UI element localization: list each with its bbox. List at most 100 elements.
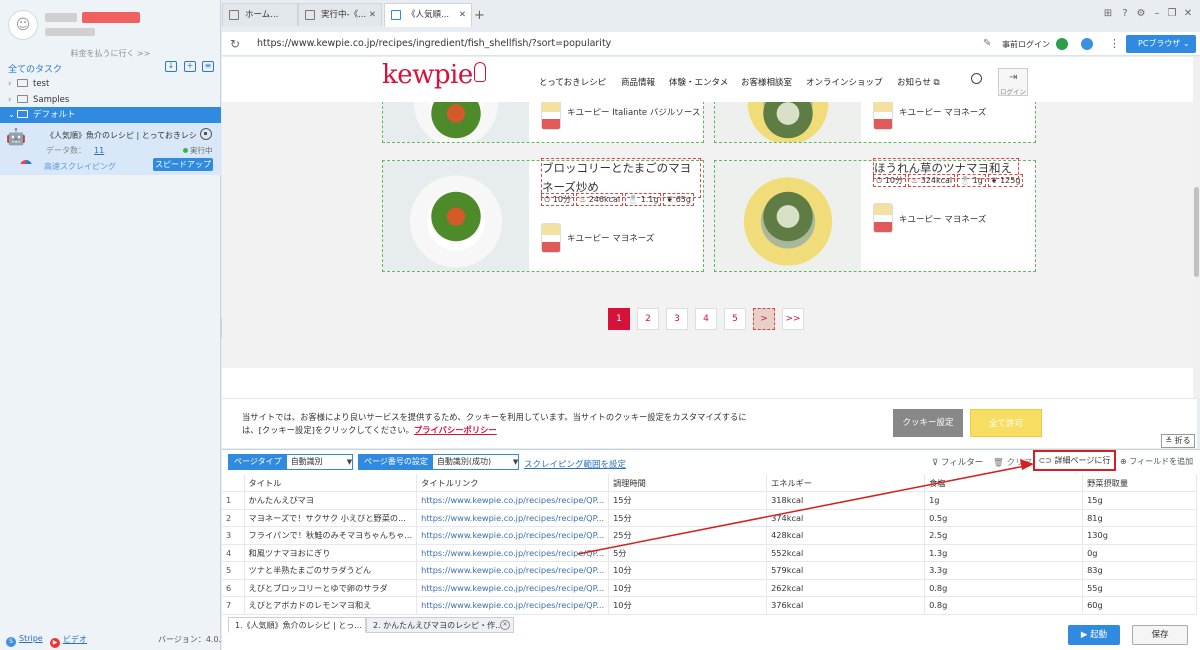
table-cell[interactable]: 0.8g bbox=[924, 596, 1084, 615]
tab-popular-recipes[interactable]: 《人気順... ✕ bbox=[384, 3, 472, 27]
restore-icon[interactable]: ❐ bbox=[1167, 9, 1177, 19]
page-3[interactable]: 3 bbox=[666, 308, 688, 330]
filter-button[interactable]: ⊽ フィルター bbox=[932, 456, 983, 468]
table-cell[interactable]: 10分 bbox=[608, 561, 768, 580]
table-cell[interactable]: 15g bbox=[1082, 491, 1197, 510]
recipe-image[interactable] bbox=[383, 161, 529, 271]
table-cell[interactable]: 25分 bbox=[608, 526, 768, 545]
table-cell[interactable]: 5分 bbox=[608, 544, 768, 562]
column-header[interactable]: タイトル bbox=[244, 474, 418, 492]
task-list-icon[interactable]: ≡ bbox=[202, 61, 214, 72]
close-tab-icon[interactable]: ✕ bbox=[459, 4, 466, 26]
page-type-select[interactable]: ページタイプ 自動識別 ▼ bbox=[228, 454, 354, 470]
table-cell[interactable]: 和風ツナマヨおにぎり bbox=[244, 544, 418, 562]
user-agent-icon[interactable] bbox=[1081, 38, 1093, 50]
search-icon[interactable] bbox=[971, 73, 982, 84]
recipe-card[interactable]: ほうれん草のツナマヨ和え ⏱ 10分 ♨ 324kcal 🧂 1g ❦ 125g キユ… bbox=[714, 158, 1036, 272]
table-cell[interactable]: 0g bbox=[1082, 544, 1197, 562]
table-cell[interactable]: 0.8g bbox=[924, 579, 1084, 597]
extension-icon[interactable] bbox=[1056, 38, 1068, 50]
column-header[interactable]: 野菜摂取量 bbox=[1082, 474, 1197, 492]
table-cell[interactable]: 15分 bbox=[608, 491, 768, 510]
tab-running[interactable]: 実行中-《... ✕ bbox=[298, 3, 382, 26]
table-cell[interactable]: 262kcal bbox=[766, 579, 926, 597]
nav-experience[interactable]: 体験・エンタメ bbox=[669, 76, 728, 88]
table-cell[interactable]: 55g bbox=[1082, 579, 1197, 597]
nav-online-shop[interactable]: オンラインショップ bbox=[806, 76, 883, 88]
table-cell[interactable]: 552kcal bbox=[766, 544, 926, 562]
minimize-icon[interactable]: – bbox=[1152, 9, 1162, 19]
new-tab-button[interactable]: + bbox=[474, 8, 485, 23]
table-cell[interactable]: https://www.kewpie.co.jp/recipes/recipe/… bbox=[416, 579, 610, 597]
close-tab-icon[interactable]: ✕ bbox=[369, 4, 376, 26]
table-cell[interactable]: マヨネーズで！サクサク 小えびと野菜の... bbox=[244, 509, 418, 527]
recipe-title[interactable]: ブロッコリーとたまごのマヨネーズ炒め bbox=[541, 158, 701, 198]
table-cell[interactable]: 3.3g bbox=[924, 561, 1084, 580]
settings-icon[interactable]: ⚙ bbox=[1136, 9, 1146, 19]
table-cell[interactable]: 318kcal bbox=[766, 491, 926, 510]
pre-login-button[interactable]: 事前ログイン bbox=[1002, 39, 1050, 50]
table-cell[interactable]: かんたんえびマヨ bbox=[244, 491, 418, 510]
table-row[interactable]: 5 ツナと半熟たまごのサラダうどん https://www.kewpie.co.jp… bbox=[222, 561, 1197, 580]
stripe-link[interactable]: S Stripe bbox=[6, 634, 43, 647]
bottom-tab-list[interactable]: 1.《人気順》魚介のレシピ | とっ... bbox=[228, 617, 366, 633]
data-count-link[interactable]: 11 bbox=[94, 146, 104, 155]
table-cell[interactable]: https://www.kewpie.co.jp/recipes/recipe/… bbox=[416, 491, 610, 510]
new-task-icon[interactable]: + bbox=[184, 61, 196, 72]
scrape-range-link[interactable]: スクレイピング範囲を設定 bbox=[524, 458, 626, 470]
table-row[interactable]: 4 和風ツナマヨおにぎり https://www.kewpie.co.jp/reci… bbox=[222, 544, 1197, 562]
close-window-icon[interactable]: ✕ bbox=[1183, 9, 1193, 19]
login-button[interactable]: ⇥ ログイン bbox=[998, 68, 1028, 96]
all-tasks-label[interactable]: 全てのタスク bbox=[8, 62, 62, 75]
gift-icon[interactable]: ⊞ bbox=[1103, 9, 1113, 19]
table-cell[interactable]: 10分 bbox=[608, 596, 768, 615]
table-cell[interactable]: 579kcal bbox=[766, 561, 926, 580]
fold-browser-button[interactable]: ≚ 折る bbox=[1161, 434, 1195, 448]
pencil-icon[interactable]: ✎ bbox=[983, 38, 991, 49]
table-cell[interactable]: 2.5g bbox=[924, 526, 1084, 545]
bottom-tab-detail[interactable]: 2. かんたんえびマヨのレシピ・作... ✕ bbox=[366, 617, 514, 633]
table-cell[interactable]: https://www.kewpie.co.jp/recipes/recipe/… bbox=[416, 561, 610, 580]
table-row[interactable]: 3 フライパンで！秋鮭のみそマヨちゃんちゃ... https://www.kewpi… bbox=[222, 526, 1197, 545]
page-number-select[interactable]: ページ番号の設定 自動識別(成功) ▼ bbox=[358, 454, 520, 470]
tree-item-test[interactable]: › test bbox=[0, 76, 221, 92]
page-last[interactable]: >> bbox=[782, 308, 804, 330]
column-header[interactable]: タイトルリンク bbox=[416, 474, 610, 492]
product-name[interactable]: キユーピー マヨネーズ bbox=[899, 213, 986, 225]
table-cell[interactable]: https://www.kewpie.co.jp/recipes/recipe/… bbox=[416, 509, 610, 527]
help-icon[interactable]: ? bbox=[1120, 9, 1130, 19]
clear-button[interactable]: 🗑 クリア bbox=[993, 456, 1032, 468]
nav-products[interactable]: 商品情報 bbox=[621, 76, 655, 88]
nav-support[interactable]: お客様相談室 bbox=[741, 76, 792, 88]
recipe-image[interactable] bbox=[715, 161, 861, 271]
nav-recipes[interactable]: とっておきレシピ bbox=[539, 76, 606, 88]
kewpie-logo[interactable]: kewpie bbox=[382, 60, 473, 90]
table-row[interactable]: 7 えびとアボカドのレモンマヨ和え https://www.kewpie.co.jp… bbox=[222, 596, 1197, 615]
reload-icon[interactable]: ↻ bbox=[230, 37, 240, 51]
tree-item-samples[interactable]: › Samples bbox=[0, 92, 221, 108]
table-cell[interactable]: 15分 bbox=[608, 509, 768, 527]
stop-icon[interactable] bbox=[200, 128, 212, 140]
table-cell[interactable]: 0.5g bbox=[924, 509, 1084, 527]
column-header[interactable]: 食塩 bbox=[924, 474, 1084, 492]
nav-news[interactable]: お知らせ ⧉ bbox=[897, 76, 940, 88]
add-field-button[interactable]: ⊕ フィールドを追加 bbox=[1120, 456, 1193, 467]
table-cell[interactable]: えびとブロッコリーとゆで卵のサラダ bbox=[244, 579, 418, 597]
page-2[interactable]: 2 bbox=[637, 308, 659, 330]
privacy-policy-link[interactable]: プライバシーポリシー bbox=[414, 425, 497, 435]
avatar[interactable]: ☺ bbox=[8, 10, 38, 40]
table-cell[interactable]: 1g bbox=[924, 491, 1084, 510]
table-row[interactable]: 6 えびとブロッコリーとゆで卵のサラダ https://www.kewpie.co.… bbox=[222, 579, 1197, 597]
table-cell[interactable]: ツナと半熟たまごのサラダうどん bbox=[244, 561, 418, 580]
cookie-allow-all-button[interactable]: 全て許可 bbox=[970, 409, 1042, 437]
pay-link[interactable]: 料金を払うに行く >> bbox=[0, 48, 221, 59]
page-4[interactable]: 4 bbox=[695, 308, 717, 330]
video-link[interactable]: ▶ ビデオ bbox=[50, 634, 87, 648]
page-scrollbar[interactable] bbox=[1193, 57, 1200, 398]
table-cell[interactable]: 130g bbox=[1082, 526, 1197, 545]
recipe-card[interactable]: ブロッコリーとたまごのマヨネーズ炒め ⏱ 10分 ♨ 246kcal 🧂 1.1g ❦… bbox=[382, 158, 704, 272]
table-cell[interactable]: 60g bbox=[1082, 596, 1197, 615]
task-title[interactable]: 《人気順》魚介のレシピ | とっておきレシ... bbox=[46, 130, 196, 141]
product-name[interactable]: キユーピー マヨネーズ bbox=[567, 232, 654, 244]
table-cell[interactable]: フライパンで！秋鮭のみそマヨちゃんちゃ... bbox=[244, 526, 418, 545]
